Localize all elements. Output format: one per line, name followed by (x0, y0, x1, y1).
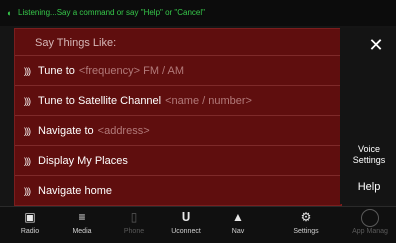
command-placeholder: <address> (97, 124, 150, 137)
settings-gear-icon: ⚙ (300, 210, 312, 224)
command-label: Tune to (38, 64, 75, 77)
command-label: Display My Places (38, 154, 128, 167)
help-button[interactable]: Help (344, 181, 394, 193)
command-label: Tune to Satellite Channel (38, 94, 162, 107)
media-icon: ≡ (78, 210, 86, 224)
command-label: Navigate home (38, 184, 112, 197)
nav-label: Phone (123, 228, 145, 235)
nav-radio[interactable]: ▣ Radio (4, 207, 56, 243)
uconnect-icon: 𝐔 (181, 210, 191, 224)
nav-label: Nav (231, 228, 245, 235)
voice-wave-icon: ))) (24, 185, 31, 196)
nav-phone[interactable]: ▯ Phone (108, 207, 160, 243)
nav-label: Uconnect (171, 228, 201, 235)
command-tune-to-satellite[interactable]: ))) Tune to Satellite Channel <name / nu… (15, 85, 341, 115)
nav-label: Settings (293, 228, 319, 235)
command-navigate-home[interactable]: ))) Navigate home (15, 175, 341, 205)
say-things-like-heading: Say Things Like: (35, 37, 117, 49)
close-icon[interactable]: ✕ (362, 34, 390, 56)
app-manager-icon (344, 207, 396, 227)
microphone-icon: ◖ (6, 8, 12, 18)
nav-compass-icon: ▲ (232, 210, 244, 224)
voice-wave-icon: ))) (24, 155, 31, 166)
nav-label: Media (72, 228, 92, 235)
listening-status-text: Listening...Say a command or say "Help" … (18, 8, 205, 17)
radio-icon: ▣ (24, 210, 36, 224)
command-label: Navigate to (38, 124, 94, 137)
nav-label: Radio (20, 228, 40, 235)
bottom-nav-bar: ▣ Radio ≡ Media ▯ Phone 𝐔 Uconnect ▲ Nav… (0, 206, 396, 243)
command-navigate-to[interactable]: ))) Navigate to <address> (15, 115, 341, 145)
phone-icon: ▯ (130, 210, 138, 224)
command-placeholder: <name / number> (165, 94, 252, 107)
nav-uconnect[interactable]: 𝐔 Uconnect (160, 207, 212, 243)
command-tune-to[interactable]: ))) Tune to <frequency> FM / AM (15, 55, 341, 85)
voice-wave-icon: ))) (24, 95, 31, 106)
nav-settings[interactable]: ⚙ Settings (280, 207, 332, 243)
voice-settings-button[interactable]: Voice Settings (344, 144, 394, 166)
nav-app-manager[interactable]: App Manag (344, 207, 396, 243)
voice-command-panel: Say Things Like: ))) Tune to <frequency>… (14, 28, 342, 206)
nav-label: App Manag (352, 228, 388, 235)
status-bar: ◖ Listening...Say a command or say "Help… (0, 0, 396, 26)
panel-header: Say Things Like: (15, 29, 341, 55)
command-display-my-places[interactable]: ))) Display My Places (15, 145, 341, 175)
voice-wave-icon: ))) (24, 65, 31, 76)
command-placeholder: <frequency> FM / AM (78, 64, 185, 77)
nav-nav[interactable]: ▲ Nav (212, 207, 264, 243)
nav-media[interactable]: ≡ Media (56, 207, 108, 243)
voice-wave-icon: ))) (24, 125, 31, 136)
